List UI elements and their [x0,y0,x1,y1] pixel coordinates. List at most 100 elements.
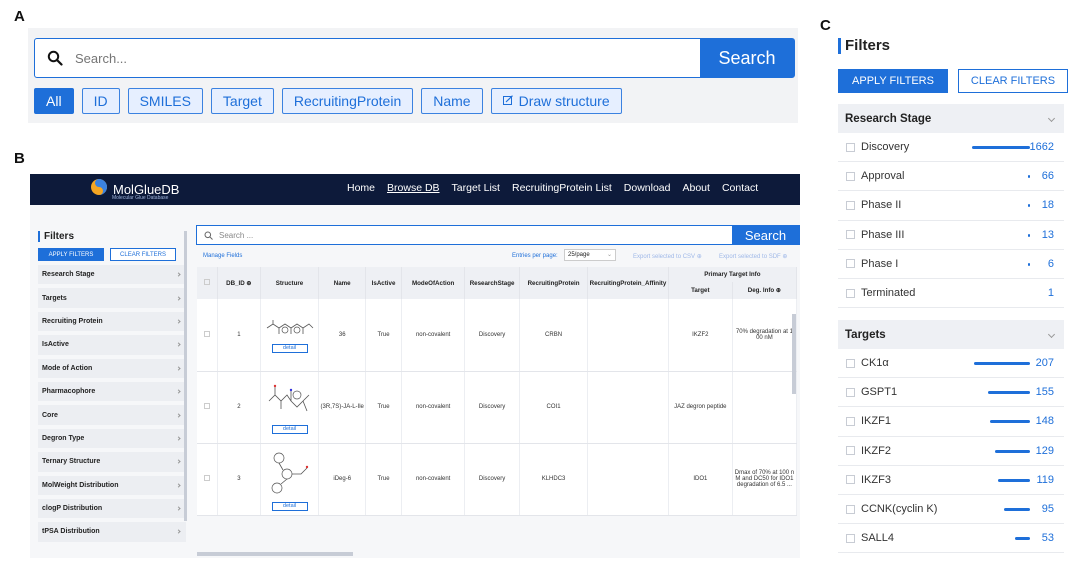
filter-option[interactable]: Phase III 13 [838,221,1064,250]
col-db-id[interactable]: DB_ID ⊕ [217,267,261,299]
filter-category[interactable]: Ternary Structure [38,452,186,472]
molecule-structure-icon [266,320,313,335]
research-stage-header[interactable]: Research Stage [838,104,1064,133]
chip-draw-structure[interactable]: Draw structure [490,88,622,114]
filter-category-label: Mode of Action [42,364,93,372]
filter-checkbox[interactable] [846,200,855,210]
table-search-input[interactable]: Search ... [219,231,732,240]
filter-category[interactable]: Mode of Action [38,358,186,378]
site-logo[interactable]: MolGlueDB Molecular Glue Database [90,178,179,201]
filter-option-label: Phase III [861,228,905,241]
filter-checkbox[interactable] [846,446,855,456]
filter-option[interactable]: Terminated 1 [838,279,1064,309]
sidebar-scrollbar[interactable] [184,231,187,521]
filter-option-label: IKZF3 [861,473,891,486]
chip-all[interactable]: All [34,88,74,114]
nav-contact[interactable]: Contact [722,182,758,194]
top-nav: MolGlueDB Molecular Glue Database Home B… [30,174,800,205]
col-deg-info[interactable]: Deg. Info ⊕ [732,281,798,299]
filter-checkbox[interactable] [846,171,855,181]
chevron-right-icon [176,436,181,441]
filter-option[interactable]: Approval 66 [838,162,1064,192]
row-checkbox[interactable] [204,403,211,409]
panel-label-a: A [14,8,25,25]
chip-id[interactable]: ID [81,88,120,114]
filter-checkbox[interactable] [846,533,855,543]
filter-checkbox[interactable] [846,358,855,368]
filter-option[interactable]: CK1α 207 [838,349,1064,379]
nav-download[interactable]: Download [624,182,671,194]
filter-option[interactable]: IKZF2 129 [838,437,1064,466]
filter-category[interactable]: IsActive [38,335,186,355]
filter-option[interactable]: Discovery 1662 [838,133,1064,163]
filter-option[interactable]: GSPT1 155 [838,378,1064,408]
row-checkbox-cell[interactable] [197,299,219,372]
filter-option[interactable]: SALL4 53 [838,524,1064,554]
filter-option[interactable]: IKZF3 119 [838,466,1064,495]
filter-checkbox[interactable] [846,259,855,269]
filter-checkbox[interactable] [846,475,855,485]
filter-checkbox[interactable] [846,504,855,514]
search-input[interactable] [75,50,700,66]
count-bar [1028,233,1030,237]
export-csv-link[interactable]: Export selected to CSV ⊕ [633,253,702,260]
targets-header[interactable]: Targets [838,320,1064,349]
filter-category[interactable]: Pharmacophore [38,381,186,402]
search-button[interactable]: Search [700,39,794,77]
nav-home[interactable]: Home [347,182,375,194]
filter-category[interactable]: Targets [38,288,186,308]
table-search-button[interactable]: Search [732,226,799,244]
entries-per-page-select[interactable]: 25/page ⌄ [564,249,616,261]
row-checkbox-cell[interactable] [197,443,219,516]
filter-category[interactable]: Degron Type [38,428,186,449]
filter-category[interactable]: Recruiting Protein [38,311,186,332]
nav-browse-db[interactable]: Browse DB [387,182,440,194]
filter-category[interactable]: tPSA Distribution [38,522,186,542]
clear-filters-button[interactable]: CLEAR FILTERS [110,248,176,261]
detail-button[interactable]: detail [271,344,308,354]
chip-recruiting-protein[interactable]: RecruitingProtein [281,88,414,114]
filter-option[interactable]: IKZF1 148 [838,407,1064,437]
apply-filters-button[interactable]: APPLY FILTERS [38,248,104,261]
export-sdf-link[interactable]: Export selected to SDF ⊕ [719,253,787,260]
detail-button[interactable]: detail [271,501,308,511]
row-checkbox[interactable] [204,330,211,337]
panel-c-filters: Filters APPLY FILTERS CLEAR FILTERS Rese… [838,38,1070,558]
filters-title: Filters [38,231,186,242]
clear-filters-button[interactable]: CLEAR FILTERS [958,69,1068,93]
search-type-chips: All ID SMILES Target RecruitingProtein N… [34,88,622,114]
table-horizontal-scrollbar[interactable] [197,552,353,556]
filter-checkbox[interactable] [846,416,855,426]
filter-option-label: IKZF2 [861,444,891,457]
filter-category[interactable]: MolWeight Distribution [38,475,186,495]
table-vertical-scrollbar[interactable] [792,314,796,394]
cell-name: 36 [318,299,366,372]
nav-target-list[interactable]: Target List [452,182,500,194]
chip-name[interactable]: Name [421,88,483,114]
row-checkbox[interactable] [204,475,211,481]
chip-target[interactable]: Target [210,88,274,114]
chevron-right-icon [176,272,181,277]
apply-filters-button[interactable]: APPLY FILTERS [838,69,948,93]
filter-checkbox[interactable] [846,288,855,298]
filter-option[interactable]: CCNK(cyclin K) 95 [838,495,1064,525]
count-bar [972,146,1030,149]
filter-category[interactable]: Research Stage [38,265,186,285]
count-bar [1027,175,1030,179]
filter-option[interactable]: Phase I 6 [838,250,1064,279]
select-all-header[interactable] [197,267,219,299]
nav-about[interactable]: About [682,182,709,194]
chip-smiles[interactable]: SMILES [127,88,203,114]
manage-fields-link[interactable]: Manage Fields [203,253,242,259]
filter-checkbox[interactable] [846,230,855,240]
filter-checkbox[interactable] [846,142,855,152]
select-all-checkbox[interactable] [204,279,211,285]
filter-category[interactable]: clogP Distribution [38,498,186,519]
detail-button[interactable]: detail [271,424,308,434]
filter-option[interactable]: Phase II 18 [838,191,1064,221]
filter-category[interactable]: Core [38,405,186,425]
filter-checkbox[interactable] [846,387,855,397]
logo-subtitle: Molecular Glue Database [112,195,169,201]
nav-recruiting-protein-list[interactable]: RecruitingProtein List [512,182,612,194]
row-checkbox-cell[interactable] [197,371,219,444]
